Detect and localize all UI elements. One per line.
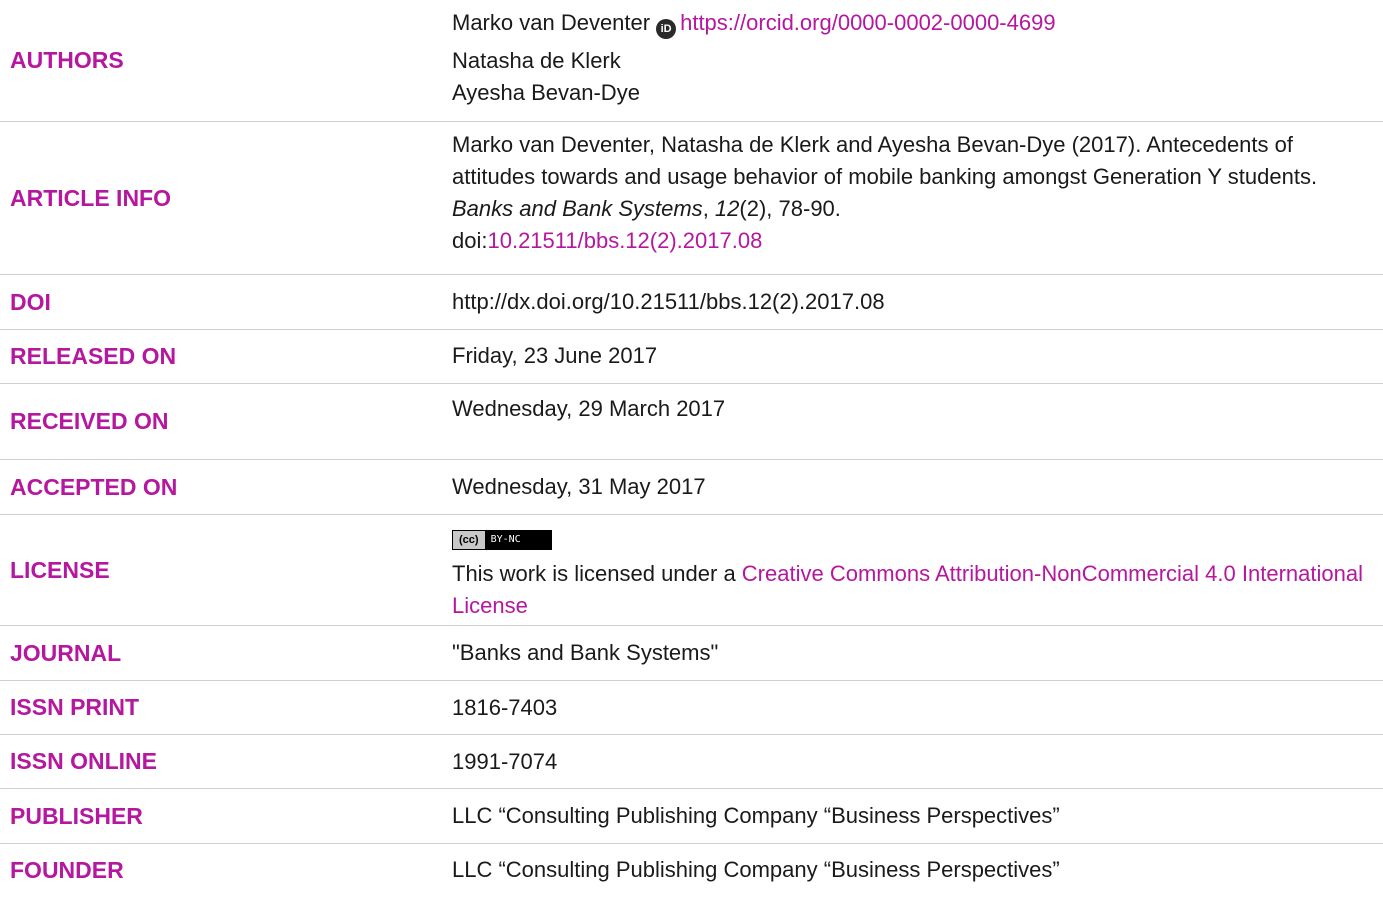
row-doi: DOI http://dx.doi.org/10.21511/bbs.12(2)… [0,275,1383,330]
citation-separator: , [702,196,715,221]
row-authors: AUTHORS Marko van Deventer iD https://orci… [0,0,1383,122]
received-on-label: RECEIVED ON [10,408,169,434]
author-name: Ayesha Bevan-Dye [452,80,640,105]
issn-print-value: 1816-7403 [452,695,558,720]
citation-doi-link[interactable]: 10.21511/bbs.12(2).2017.08 [487,228,762,253]
row-accepted-on: ACCEPTED ON Wednesday, 31 May 2017 [0,460,1383,515]
journal-value: "Banks and Bank Systems" [452,640,719,665]
orcid-link[interactable]: https://orcid.org/0000-0002-0000-4699 [680,10,1055,35]
authors-value: Marko van Deventer iD https://orcid.org/00… [452,7,1375,109]
license-value: (cc) BY-NC This work is licensed under a… [452,520,1375,622]
doi-prefix: doi: [452,228,488,253]
released-on-value: Friday, 23 June 2017 [452,343,658,368]
row-released-on: RELEASED ON Friday, 23 June 2017 [0,330,1383,384]
license-statement: This work is licensed under a Creative C… [452,558,1375,622]
journal-label: JOURNAL [10,639,122,666]
row-issn-print: ISSN PRINT 1816-7403 [0,681,1383,735]
issn-print-label: ISSN PRINT [10,694,140,720]
citation-issue-pages: (2), 78-90. [739,196,841,221]
author-line-1: Marko van Deventer iD https://orcid.org/00… [452,7,1375,39]
publisher-label: PUBLISHER [10,802,143,829]
orcid-icon: iD [656,19,677,39]
received-on-value: Wednesday, 29 March 2017 [452,396,726,421]
doi-value: http://dx.doi.org/10.21511/bbs.12(2).201… [452,289,885,314]
license-text: This work is licensed under a [452,561,742,586]
publisher-value: LLC “Consulting Publishing Company “Busi… [452,803,1060,828]
row-article-info: ARTICLE INFO Marko van Deventer, Natasha… [0,122,1383,275]
founder-label: FOUNDER [10,856,124,883]
issn-online-value: 1991-7074 [452,749,558,774]
authors-label: AUTHORS [10,47,124,73]
article-metadata-table: AUTHORS Marko van Deventer iD https://orci… [0,0,1383,896]
cc-by-nc-badge-icon[interactable]: (cc) BY-NC [452,530,552,550]
article-info-citation: Marko van Deventer, Natasha de Klerk and… [452,129,1375,257]
citation-text: Marko van Deventer, Natasha de Klerk and… [452,132,1318,189]
citation-volume: 12 [714,196,740,221]
row-received-on: RECEIVED ON Wednesday, 29 March 2017 [0,384,1383,460]
doi-label: DOI [10,288,51,315]
founder-value: LLC “Consulting Publishing Company “Busi… [452,857,1060,882]
citation-journal: Banks and Bank Systems [452,196,703,221]
released-on-label: RELEASED ON [10,343,177,369]
row-license: LICENSE (cc) BY-NC This work is licensed… [0,515,1383,626]
cc-logo: (cc) [453,531,485,549]
accepted-on-value: Wednesday, 31 May 2017 [452,474,706,499]
license-label: LICENSE [10,556,110,583]
row-founder: FOUNDER LLC “Consulting Publishing Compa… [0,844,1383,896]
author-name: Marko van Deventer [452,10,651,35]
accepted-on-label: ACCEPTED ON [10,473,178,500]
issn-online-label: ISSN ONLINE [10,748,157,774]
row-issn-online: ISSN ONLINE 1991-7074 [0,735,1383,789]
author-name: Natasha de Klerk [452,48,621,73]
row-journal: JOURNAL "Banks and Bank Systems" [0,626,1383,681]
article-info-label: ARTICLE INFO [10,184,171,211]
cc-terms: BY-NC [484,531,551,549]
row-publisher: PUBLISHER LLC “Consulting Publishing Com… [0,789,1383,844]
